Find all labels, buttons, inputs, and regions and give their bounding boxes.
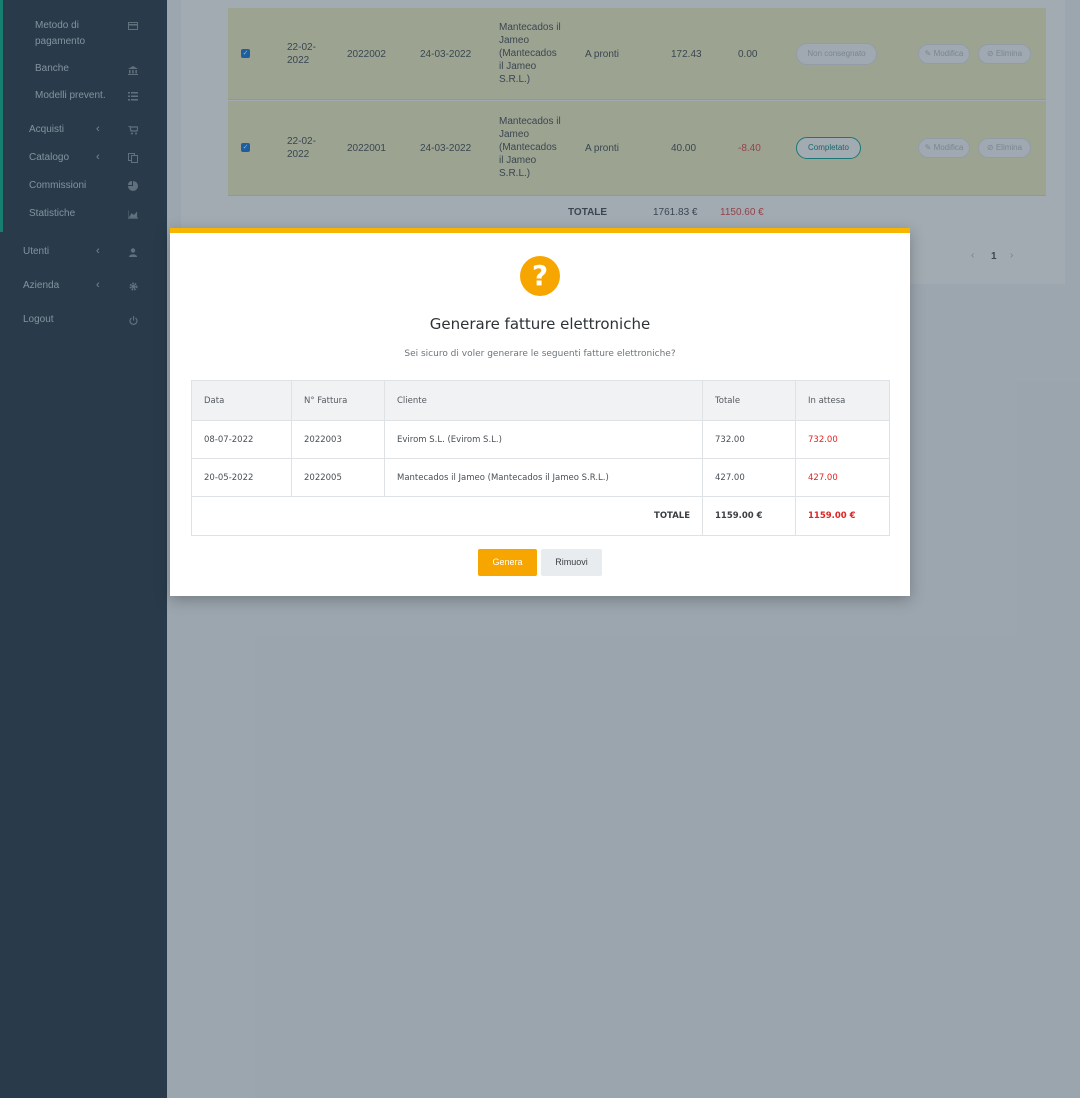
footer-total-label: TOTALE bbox=[191, 496, 703, 536]
question-icon: ? bbox=[520, 256, 560, 296]
footer-total: 1159.00 € bbox=[702, 496, 796, 536]
column-header: Data bbox=[191, 380, 292, 421]
rimuovi-button[interactable]: Rimuovi bbox=[541, 549, 602, 576]
table-row: 08-07-2022 2022003 Evirom S.L. (Evirom S… bbox=[191, 420, 890, 459]
table-row: 20-05-2022 2022005 Mantecados il Jameo (… bbox=[191, 458, 890, 497]
invoices-table: Data N° Fattura Cliente Totale In attesa… bbox=[191, 380, 890, 536]
invoice-date: 20-05-2022 bbox=[191, 458, 292, 497]
table-footer: TOTALE 1159.00 € 1159.00 € bbox=[191, 496, 890, 536]
invoice-number: 2022005 bbox=[291, 458, 385, 497]
column-header: N° Fattura bbox=[291, 380, 385, 421]
column-header: Cliente bbox=[384, 380, 703, 421]
invoice-total: 427.00 bbox=[702, 458, 796, 497]
dialog-message: Sei sicuro di voler generare le seguenti… bbox=[404, 349, 676, 359]
column-header: Totale bbox=[702, 380, 796, 421]
dialog-title: Generare fatture elettroniche bbox=[429, 315, 651, 333]
footer-pending: 1159.00 € bbox=[795, 496, 890, 536]
table-header: Data N° Fattura Cliente Totale In attesa bbox=[191, 380, 890, 421]
invoice-pending: 732.00 bbox=[795, 420, 890, 459]
invoice-date: 08-07-2022 bbox=[191, 420, 292, 459]
column-header: In attesa bbox=[795, 380, 890, 421]
invoice-client: Evirom S.L. (Evirom S.L.) bbox=[384, 420, 703, 459]
invoice-client: Mantecados il Jameo (Mantecados il Jameo… bbox=[384, 458, 703, 497]
invoice-pending: 427.00 bbox=[795, 458, 890, 497]
confirm-dialog: ? Generare fatture elettroniche Sei sicu… bbox=[170, 228, 910, 596]
genera-button[interactable]: Genera bbox=[478, 549, 537, 576]
invoice-total: 732.00 bbox=[702, 420, 796, 459]
invoice-number: 2022003 bbox=[291, 420, 385, 459]
